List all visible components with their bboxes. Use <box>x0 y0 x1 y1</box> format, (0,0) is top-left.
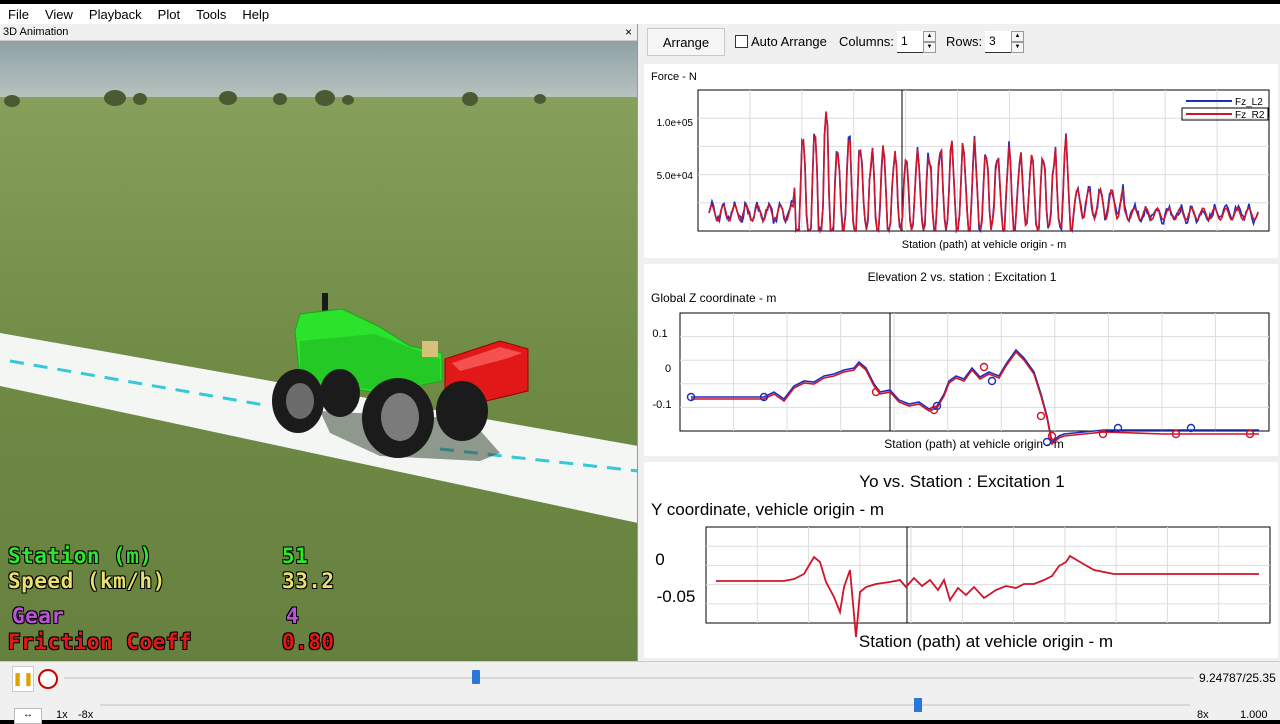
plot3-ylabel: Y coordinate, vehicle origin - m <box>651 500 884 519</box>
readout-friction-label: Friction Coeff <box>8 630 193 654</box>
speed-slider-thumb[interactable] <box>913 698 922 712</box>
plot3-canvas: Yo vs. Station : Excitation 1 Y coordina… <box>651 472 1271 651</box>
app-window: File View Playback Plot Tools Help 3D An… <box>0 0 1280 724</box>
plot-yo[interactable]: Yo vs. Station : Excitation 1 Y coordina… <box>644 462 1278 658</box>
rows-value: 3 <box>989 34 996 48</box>
plot1-canvas: 1.0e+05 5.0e+04 Fz_L2 Fz_R2 Station (pat… <box>657 89 1270 251</box>
plot-pane: Arrange Auto Arrange Columns: 1 ▲ ▼ Rows… <box>642 24 1280 661</box>
rows-label: Rows: <box>946 34 983 49</box>
3d-scene[interactable] <box>0 41 638 661</box>
time-slider-thumb[interactable] <box>472 670 481 684</box>
rows-up-icon[interactable]: ▲ <box>1011 31 1024 42</box>
speed-value: 1.000 <box>1240 709 1268 721</box>
columns-label: Columns: <box>839 34 894 49</box>
auto-arrange-checkbox[interactable] <box>735 35 748 48</box>
plot1-xlabel: Station (path) at vehicle origin - m <box>902 239 1066 251</box>
plot2-title: Elevation 2 vs. station : Excitation 1 <box>868 270 1057 284</box>
pause-icon[interactable]: ❚❚ <box>12 666 34 692</box>
menu-tools[interactable]: Tools <box>188 7 234 22</box>
menu-file[interactable]: File <box>0 7 37 22</box>
columns-spinbox[interactable]: 1 ▲ ▼ <box>897 31 936 53</box>
close-icon[interactable]: × <box>625 24 632 41</box>
legend-fz-r2: Fz_R2 <box>1235 110 1265 121</box>
readout-speed-value: 33.2 <box>282 569 335 593</box>
readout-station-value: 51 <box>282 544 309 568</box>
plot3-tick: -0.05 <box>657 587 696 606</box>
plot-elevation[interactable]: Elevation 2 vs. station : Excitation 1 G… <box>644 264 1278 456</box>
plot-force[interactable]: Force - N 1.0e+05 5.0e+04 Fz_L2 Fz_R2 St… <box>644 64 1278 258</box>
mute-icon[interactable] <box>38 669 58 689</box>
plot-toolbar: Arrange Auto Arrange Columns: 1 ▲ ▼ Rows… <box>642 24 1280 62</box>
readout-station-label: Station (m) <box>8 544 153 568</box>
time-slider-track[interactable] <box>64 677 1194 679</box>
animation-pane: 3D Animation × Station (m) 51 Speed (km/… <box>0 24 638 661</box>
plot1-tick: 1.0e+05 <box>657 118 694 129</box>
plot1-tick: 5.0e+04 <box>657 171 694 182</box>
legend-fz-l2: Fz_L2 <box>1235 97 1263 108</box>
speed-min-label: -8x <box>78 709 94 721</box>
speed-max-label: 8x <box>1197 709 1209 721</box>
animation-titlebar: 3D Animation × <box>0 24 637 41</box>
menu-playback[interactable]: Playback <box>81 7 150 22</box>
plot2-tick: -0.1 <box>653 399 672 411</box>
speed-slider-track[interactable] <box>100 704 1190 706</box>
sky <box>0 41 637 99</box>
menu-help[interactable]: Help <box>234 7 277 22</box>
playback-bar: ❚❚ 9.24787/25.35 ↔ 1x -8x 8x 1.000 <box>0 661 1280 724</box>
readout-gear-value: 4 <box>286 604 300 628</box>
speed-1x-label: 1x <box>56 709 68 721</box>
loop-button[interactable]: ↔ <box>14 708 42 724</box>
readout-gear-label: Gear <box>12 604 65 628</box>
readout-speed-label: Speed (km/h) <box>8 569 166 593</box>
animation-title: 3D Animation <box>3 26 69 38</box>
menu-bar: File View Playback Plot Tools Help <box>0 4 1280 24</box>
plot3-title: Yo vs. Station : Excitation 1 <box>859 472 1064 491</box>
plot3-tick: 0 <box>655 550 664 569</box>
plot2-ylabel: Global Z coordinate - m <box>651 291 776 305</box>
plot2-tick: 0 <box>665 363 671 375</box>
plot2-tick: 0.1 <box>652 328 667 340</box>
columns-value: 1 <box>901 34 908 48</box>
time-readout: 9.24787/25.35 <box>1199 671 1276 685</box>
rows-down-icon[interactable]: ▼ <box>1011 42 1024 53</box>
arrange-button[interactable]: Arrange <box>647 28 725 56</box>
readout-friction-value: 0.80 <box>282 630 335 654</box>
plot3-xlabel: Station (path) at vehicle origin - m <box>859 632 1113 651</box>
menu-plot[interactable]: Plot <box>150 7 188 22</box>
plot2-canvas: Elevation 2 vs. station : Excitation 1 G… <box>651 270 1270 451</box>
columns-up-icon[interactable]: ▲ <box>923 31 936 42</box>
columns-down-icon[interactable]: ▼ <box>923 42 936 53</box>
menu-view[interactable]: View <box>37 7 81 22</box>
auto-arrange-label: Auto Arrange <box>751 34 827 49</box>
plot2-xlabel: Station (path) at vehicle origin - m <box>884 437 1063 451</box>
rows-spinbox[interactable]: 3 ▲ ▼ <box>985 31 1024 53</box>
